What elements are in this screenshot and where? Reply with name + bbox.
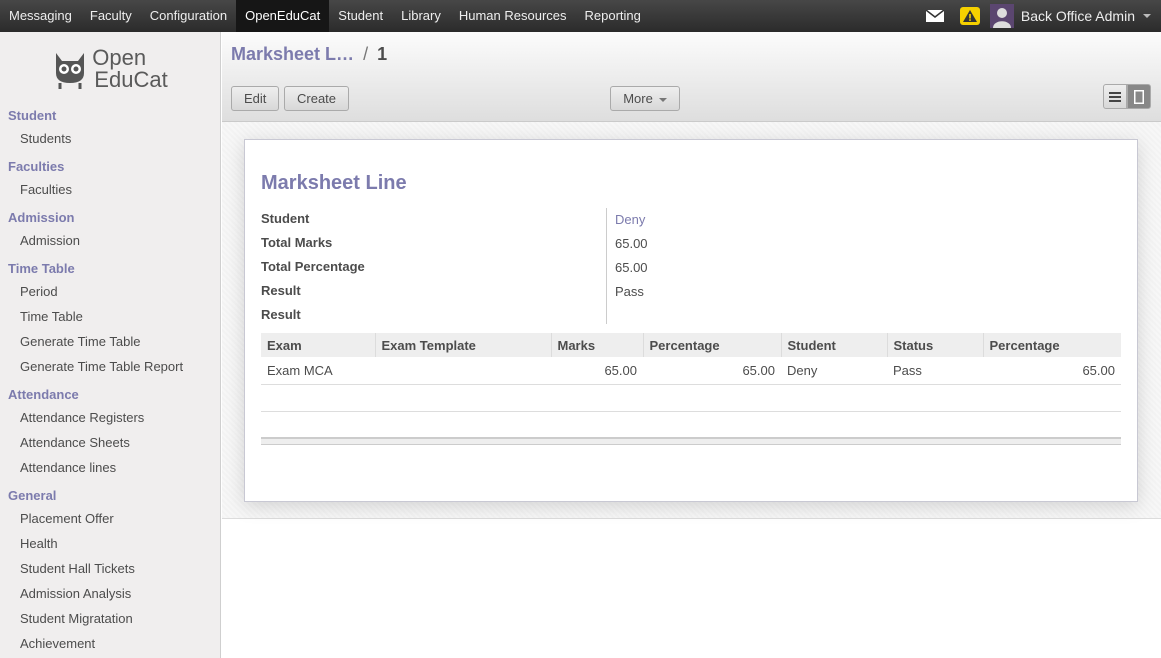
cat-logo-icon bbox=[56, 53, 85, 89]
sidebar-item-attendance-lines[interactable]: Attendance lines bbox=[0, 455, 220, 480]
cell-student: Deny bbox=[781, 357, 887, 385]
view-switcher bbox=[1103, 84, 1151, 109]
topmenu-configuration[interactable]: Configuration bbox=[141, 0, 236, 32]
sidebar-item-admission-analysis[interactable]: Admission Analysis bbox=[0, 581, 220, 606]
cell-exam-template bbox=[375, 357, 551, 385]
column-header-percentage-2[interactable]: Percentage bbox=[982, 333, 1121, 357]
topbar-right: Back Office Admin bbox=[925, 0, 1161, 32]
field-label-result-2: Result bbox=[261, 307, 301, 322]
topmenu-library[interactable]: Library bbox=[392, 0, 450, 32]
form-sheet: Marksheet Line Student Deny Total Marks … bbox=[244, 139, 1138, 502]
field-value-student[interactable]: Deny bbox=[615, 212, 645, 227]
sidebar-item-placement-offer[interactable]: Placement Offer bbox=[0, 506, 220, 531]
control-panel: Marksheet L… / 1 Edit Create More bbox=[222, 32, 1161, 122]
user-avatar[interactable] bbox=[989, 4, 1014, 28]
section-title-general: General bbox=[8, 488, 57, 503]
empty-cell bbox=[261, 384, 1121, 412]
section-title-faculties: Faculties bbox=[8, 159, 65, 174]
section-title-time-table: Time Table bbox=[8, 261, 75, 276]
sidebar-item-time-table[interactable]: Time Table bbox=[0, 304, 220, 329]
column-header-marks[interactable]: Marks bbox=[550, 333, 643, 357]
column-header-exam[interactable]: Exam bbox=[261, 333, 375, 357]
more-button[interactable]: More bbox=[610, 86, 680, 111]
table-footer bbox=[261, 437, 1121, 445]
chevron-down-icon bbox=[658, 97, 667, 102]
topmenu-reporting[interactable]: Reporting bbox=[576, 0, 650, 32]
top-navbar: Messaging Faculty Configuration OpenEduC… bbox=[0, 0, 1161, 32]
sidebar-item-students[interactable]: Students bbox=[0, 126, 220, 151]
field-label-result: Result bbox=[261, 283, 301, 298]
section-title-attendance: Attendance bbox=[8, 387, 79, 402]
list-icon bbox=[1109, 91, 1121, 102]
sidebar-item-admission[interactable]: Admission bbox=[0, 228, 220, 253]
top-menu: Messaging Faculty Configuration OpenEduC… bbox=[0, 0, 650, 32]
form-title: Marksheet Line bbox=[261, 172, 407, 194]
table-row[interactable]: Exam MCA 65.00 65.00 Deny Pass 65.00 bbox=[261, 357, 1121, 385]
sidebar-item-achievement[interactable]: Achievement bbox=[0, 631, 220, 656]
column-header-percentage[interactable]: Percentage bbox=[642, 333, 781, 357]
table-header-row: Exam Exam Template Marks Percentage Stud… bbox=[261, 333, 1121, 357]
field-value-total-percentage: 65.00 bbox=[615, 260, 648, 275]
form-view-button[interactable] bbox=[1127, 84, 1151, 109]
sidebar-item-generate-time-table-report[interactable]: Generate Time Table Report bbox=[0, 354, 220, 379]
field-divider bbox=[606, 208, 607, 324]
logo-text: Open EduCat bbox=[92, 45, 168, 92]
form-icon bbox=[1134, 89, 1144, 104]
sidebar-item-generate-time-table[interactable]: Generate Time Table bbox=[0, 329, 220, 354]
breadcrumb-parent-link[interactable]: Marksheet L… bbox=[231, 44, 354, 64]
sidebar: Open EduCat Student Students Faculties F… bbox=[0, 32, 221, 658]
section-title-student: Student bbox=[8, 108, 57, 123]
sidebar-item-faculties[interactable]: Faculties bbox=[0, 177, 220, 202]
edit-button[interactable]: Edit bbox=[231, 86, 280, 111]
breadcrumb-current: 1 bbox=[377, 44, 388, 64]
topmenu-faculty[interactable]: Faculty bbox=[81, 0, 141, 32]
breadcrumb: Marksheet L… / 1 bbox=[231, 44, 387, 65]
empty-table-row bbox=[261, 384, 1121, 412]
warning-icon[interactable] bbox=[959, 6, 980, 26]
topmenu-openeducat[interactable]: OpenEduCat bbox=[236, 0, 330, 32]
sidebar-item-attendance-sheets[interactable]: Attendance Sheets bbox=[0, 430, 220, 455]
chevron-down-icon[interactable] bbox=[1143, 14, 1151, 18]
form-view-area: Marksheet Line Student Deny Total Marks … bbox=[222, 122, 1161, 519]
sidebar-item-attendance-registers[interactable]: Attendance Registers bbox=[0, 405, 220, 430]
column-header-status[interactable]: Status bbox=[886, 333, 983, 357]
cell-exam: Exam MCA bbox=[261, 357, 375, 385]
user-name[interactable]: Back Office Admin bbox=[1021, 8, 1135, 24]
topmenu-human-resources[interactable]: Human Resources bbox=[450, 0, 576, 32]
breadcrumb-separator: / bbox=[363, 44, 369, 64]
envelope-icon[interactable] bbox=[925, 8, 944, 24]
cell-marks: 65.00 bbox=[551, 357, 643, 385]
column-header-exam-template[interactable]: Exam Template bbox=[374, 333, 551, 357]
sidebar-item-student-hall-tickets[interactable]: Student Hall Tickets bbox=[0, 556, 220, 581]
cell-percentage-2: 65.00 bbox=[983, 357, 1121, 385]
field-value-result: Pass bbox=[615, 284, 644, 299]
column-header-student[interactable]: Student bbox=[780, 333, 887, 357]
create-button[interactable]: Create bbox=[284, 86, 350, 111]
cell-percentage: 65.00 bbox=[643, 357, 781, 385]
openeducat-logo[interactable]: Open EduCat bbox=[0, 32, 220, 100]
field-label-student: Student bbox=[261, 211, 310, 226]
marksheet-lines-table: Exam Exam Template Marks Percentage Stud… bbox=[261, 333, 1121, 412]
sidebar-item-health[interactable]: Health bbox=[0, 531, 220, 556]
field-value-total-marks: 65.00 bbox=[615, 236, 648, 251]
field-label-total-marks: Total Marks bbox=[261, 235, 333, 250]
topmenu-student[interactable]: Student bbox=[329, 0, 392, 32]
field-label-total-percentage: Total Percentage bbox=[261, 259, 365, 274]
sidebar-item-period[interactable]: Period bbox=[0, 279, 220, 304]
topmenu-messaging[interactable]: Messaging bbox=[0, 0, 81, 32]
sidebar-item-student-migratation[interactable]: Student Migratation bbox=[0, 606, 220, 631]
main-content: Marksheet L… / 1 Edit Create More Marksh… bbox=[222, 32, 1161, 658]
section-title-admission: Admission bbox=[8, 210, 75, 225]
more-button-label: More bbox=[623, 91, 653, 106]
list-view-button[interactable] bbox=[1103, 84, 1127, 109]
cell-status: Pass bbox=[887, 357, 983, 385]
